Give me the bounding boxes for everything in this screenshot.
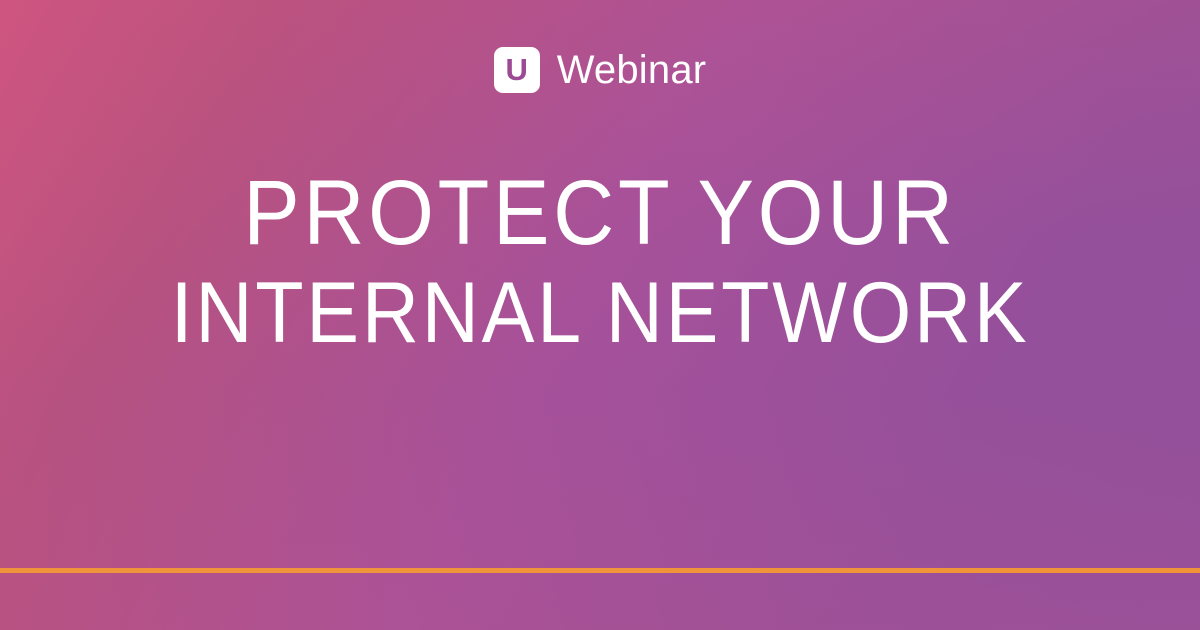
brand-name: Webinar bbox=[556, 48, 707, 92]
logo-letter: U bbox=[505, 52, 528, 87]
cdn-connector-lines bbox=[0, 574, 1200, 630]
webinar-promo-banner: U Webinar PROTECT YOUR INTERNAL NETWORK bbox=[0, 0, 1200, 630]
headline-line-1: PROTECT YOUR bbox=[243, 162, 957, 264]
brand-lockup: U Webinar bbox=[0, 47, 1200, 93]
u-square-logo-icon: U bbox=[493, 47, 540, 93]
headline-line-2: INTERNAL NETWORK bbox=[170, 265, 1030, 362]
page-title: PROTECT YOUR INTERNAL NETWORK bbox=[0, 162, 1200, 362]
divider-top bbox=[0, 568, 1200, 574]
